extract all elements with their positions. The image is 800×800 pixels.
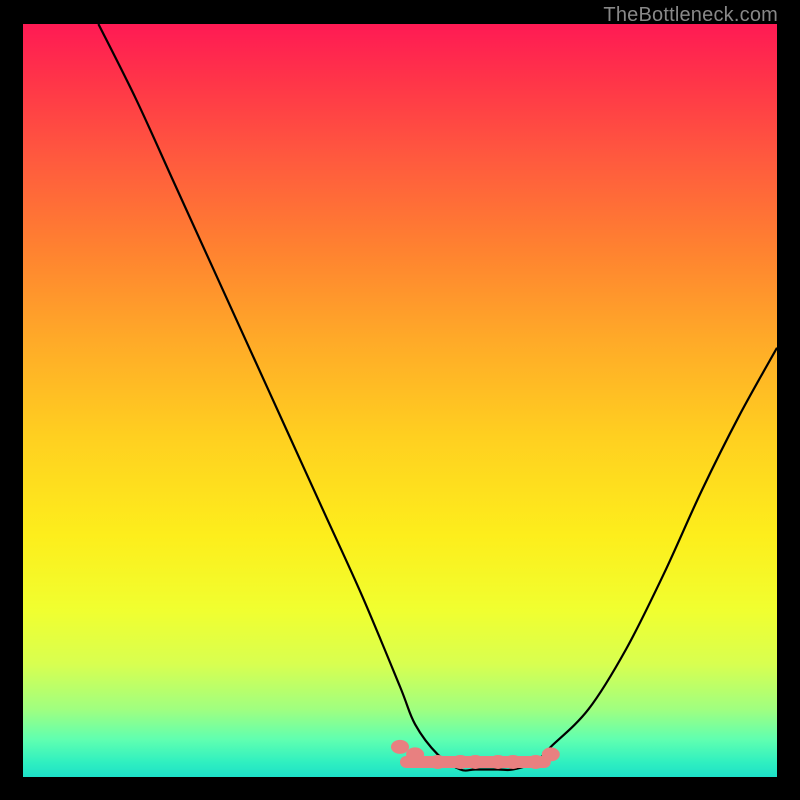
marker-dot (504, 755, 522, 769)
marker-dot (542, 747, 560, 761)
optimal-zone-markers (391, 740, 560, 769)
chart-container: TheBottleneck.com (0, 0, 800, 800)
bottleneck-curve (98, 24, 777, 771)
marker-dot (391, 740, 409, 754)
marker-dot (466, 755, 484, 769)
marker-dot (429, 755, 447, 769)
plot-area (23, 24, 777, 777)
marker-dot (406, 747, 424, 761)
curve-svg (23, 24, 777, 777)
marker-dot (527, 755, 545, 769)
